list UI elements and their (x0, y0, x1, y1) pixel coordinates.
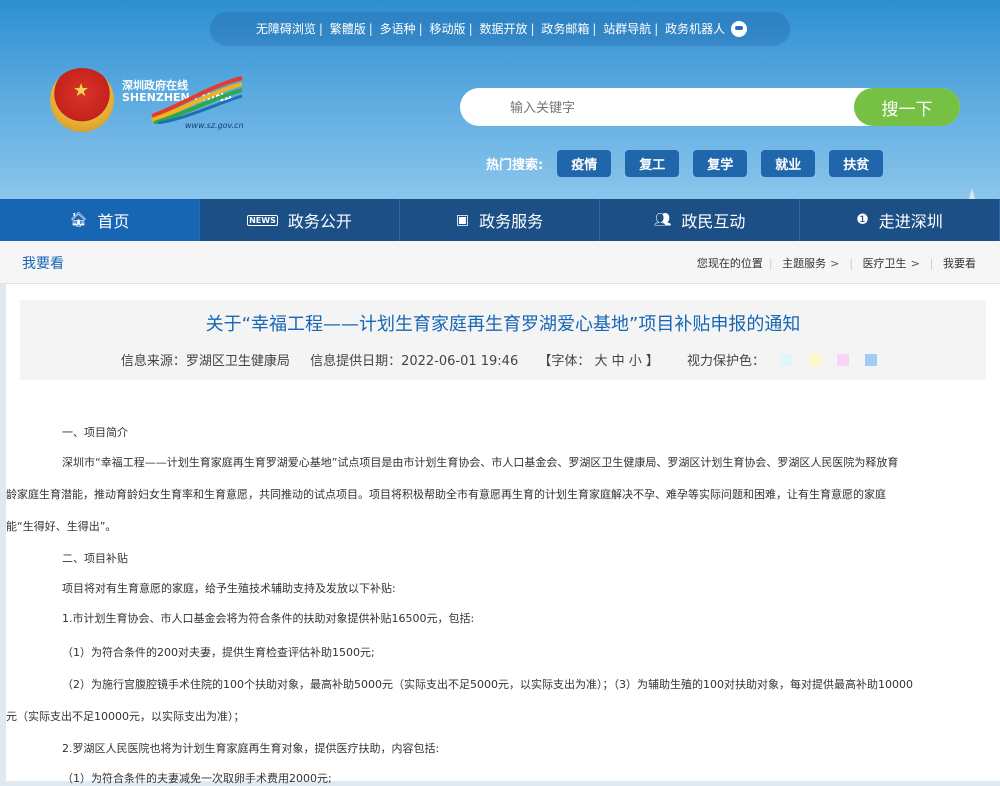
nav-home-label: 首页 (97, 212, 130, 231)
nav-gov-affairs[interactable]: NEWS 政务公开 (200, 199, 400, 241)
gov-robot-link[interactable]: 政务机器人 (662, 22, 728, 36)
hot-tag-resume-work[interactable]: 复工 (625, 149, 680, 177)
users-icon: 👥︎ (653, 212, 672, 228)
paragraph: （1）为符合条件的200对夫妻，提供生育检查评估补助1500元; (62, 646, 375, 659)
nav-gov-affairs-label: 政务公开 (287, 212, 352, 231)
hot-tag-poverty[interactable]: 扶贫 (829, 149, 884, 177)
logo-ribbon-graphic (151, 76, 243, 124)
nav-gov-services[interactable]: ▣ 政务服务 (400, 199, 600, 241)
accessibility-link[interactable]: 无障碍浏览 (253, 22, 319, 36)
paragraph: （1）为符合条件的夫妻减免一次取卵手术费用2000元; (62, 772, 332, 785)
paragraph: 1.市计划生育协会、市人口基金会将为符合条件的扶助对象提供补贴16500元，包括… (62, 612, 475, 625)
eye-care-swatch-blue[interactable] (781, 354, 794, 366)
breadcrumb-topic-services[interactable]: 主题服务 (782, 257, 826, 270)
location-label: 您现在的位置 (696, 257, 763, 270)
logo-url: www.sz.gov.cn (185, 121, 244, 130)
article-source: 信息来源：罗湖区卫生健康局 (120, 354, 290, 369)
paragraph: 深圳市“幸福工程——计划生育家庭再生育罗湖爱心基地”试点项目是由市计划生育协会、… (62, 456, 899, 469)
paragraph: 元（实际支出不足10000元，以实际支出为准）； (6, 710, 245, 723)
hot-tag-employment[interactable]: 就业 (761, 149, 816, 177)
search-input[interactable] (480, 88, 872, 128)
info-icon: ❶ (856, 212, 869, 228)
gov-mail-link[interactable]: 政务邮箱 (538, 22, 592, 36)
hot-search: 热门搜索: 疫情 复工 复学 就业 扶贫 (486, 149, 884, 177)
paragraph: 龄家庭生育潜能，推动育龄妇女生育率和生育意愿，共同推动的试点项目。项目将积极帮助… (6, 488, 886, 501)
top-utility-bar: 无障碍浏览 | 繁體版 | 多语种 | 移动版 | 数据开放 | 政务邮箱 | 站群导航 | … (210, 12, 790, 46)
article-title: 关于“幸福工程——计划生育家庭再生育罗湖爱心基地”项目补贴申报的通知 (205, 314, 801, 335)
traditional-chinese-link[interactable]: 繁體版 (327, 22, 369, 36)
search-button[interactable]: 搜一下 (854, 88, 960, 126)
open-data-link[interactable]: 数据开放 (476, 22, 530, 36)
nav-gov-services-label: 政务服务 (479, 212, 544, 231)
search-box: 搜一下 (460, 88, 960, 128)
breadcrumb: 您现在的位置 | 主题服务 > | 医疗卫生 > | 我要看 (696, 257, 976, 270)
article-meta: 信息来源：罗湖区卫生健康局 信息提供日期：2022-06-01 19:46 【字… (20, 350, 986, 369)
nav-home[interactable]: 🏠︎ 首页 (0, 199, 200, 241)
nav-interaction-label: 政民互动 (681, 212, 746, 231)
eye-care-swatch-pink[interactable] (837, 354, 850, 366)
paragraph: 2.罗湖区人民医院也将为计划生育家庭再生育对象，提供医疗扶助，内容包括: (62, 742, 440, 755)
paragraph: 二、项目补贴 (62, 552, 128, 565)
site-navigation-link[interactable]: 站群导航 (600, 22, 654, 36)
article-header: 关于“幸福工程——计划生育家庭再生育罗湖爱心基地”项目补贴申报的通知 信息来源：… (20, 300, 986, 380)
section-title: 我要看 (22, 256, 64, 272)
multilingual-link[interactable]: 多语种 (377, 22, 419, 36)
font-size-control[interactable]: 【字体： 大 中 小 】 (538, 354, 659, 369)
breadcrumb-medical[interactable]: 医疗卫生 (863, 257, 907, 270)
home-icon: 🏠︎ (69, 212, 88, 228)
paragraph: 一、项目简介 (62, 426, 128, 439)
article-container: 关于“幸福工程——计划生育家庭再生育罗湖爱心基地”项目补贴申报的通知 信息来源：… (6, 284, 1000, 785)
article-date: 信息提供日期：2022-06-01 19:46 (310, 354, 519, 369)
nav-about-shenzhen-label: 走进深圳 (878, 212, 943, 231)
main-nav: 🏠︎ 首页 NEWS 政务公开 ▣ 政务服务 👥︎ 政民互动 ❶ 走进深圳 (0, 199, 1000, 241)
monitor-icon: ▣ (455, 212, 470, 228)
paragraph: （2）为施行宫腹腔镜手术住院的100个扶助对象，最高补助5000元（实际支出不足… (62, 678, 913, 691)
mobile-link[interactable]: 移动版 (427, 22, 469, 36)
eye-care-label: 视力保护色： (679, 354, 885, 369)
breadcrumb-bar: 我要看 您现在的位置 | 主题服务 > | 医疗卫生 > | 我要看 (0, 241, 1000, 284)
eye-care-swatch-yellow[interactable] (809, 354, 822, 366)
breadcrumb-current[interactable]: 我要看 (943, 257, 976, 270)
paragraph: 项目将对有生育意愿的家庭，给予生殖技术辅助支持及发放以下补贴: (62, 582, 396, 595)
news-icon: NEWS (247, 214, 278, 226)
hot-tag-epidemic[interactable]: 疫情 (557, 149, 612, 177)
nav-about-shenzhen[interactable]: ❶ 走进深圳 (800, 199, 1000, 241)
national-emblem-logo: ★ (50, 68, 114, 132)
paragraph: 能“生得好、生得出”。 (6, 520, 117, 533)
hot-search-label: 热门搜索: (486, 157, 544, 173)
robot-icon[interactable] (731, 20, 748, 37)
hot-tag-resume-school[interactable]: 复学 (693, 149, 748, 177)
eye-care-swatch-skyblue[interactable] (865, 354, 878, 366)
nav-interaction[interactable]: 👥︎ 政民互动 (600, 199, 800, 241)
